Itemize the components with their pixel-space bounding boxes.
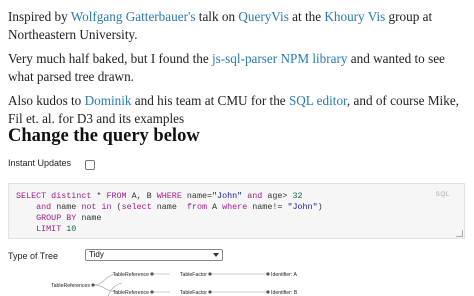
section-heading: Change the query below [8,126,200,146]
parse-tree-svg: TableReferences TableReference TableFact… [51,272,298,296]
editor-line-2: and name not in (select name from A wher… [36,202,323,212]
instant-updates-label: Instant Updates [8,158,72,168]
link-khoury-vis[interactable]: Khoury Vis [324,9,385,24]
tree-node-label: TableReference [113,290,149,296]
sql-editor[interactable]: SELECT distinct * FROM A, B WHERE name="… [8,183,465,239]
tree-node[interactable] [208,272,212,276]
tree-node-label: TableFactor [180,272,207,278]
tree-node[interactable] [91,283,95,287]
intro-paragraph-1: Inspired by Wolfgang Gatterbauer's talk … [8,8,463,44]
tree-node-label: TableReferences [51,283,90,289]
tree-node-label: TableReference [113,272,149,278]
tree-type-value: Tidy [89,250,104,259]
intro-text: talk on [195,9,239,24]
tree-node-label: Identifier: A [271,272,297,278]
intro-text: Very much half baked, but I found the [8,51,212,66]
editor-line-4: LIMIT 10 [36,224,77,234]
tree-node[interactable] [150,272,154,276]
parse-tree: TableReferences TableReference TableFact… [0,268,474,296]
tree-type-label: Type of Tree [8,251,59,261]
intro-text: Also kudos to [8,93,85,108]
tree-node[interactable] [266,290,270,294]
intro-text: at the [288,9,325,24]
language-label: SQL [435,191,450,198]
intro-text: Inspired by [8,9,71,24]
intro-paragraph-3: Also kudos to Dominik and his team at CM… [8,92,463,128]
editor-line-3: GROUP BY name [36,213,102,223]
tree-node-label: Identifier: B [271,290,298,296]
intro-paragraph-2: Very much half baked, but I found the js… [8,50,463,86]
tree-node[interactable] [150,290,154,294]
intro-text: and his team at CMU for the [131,93,289,108]
instant-updates-checkbox[interactable] [85,160,95,170]
link-wolfgang-gatterbauer[interactable]: Wolfgang Gatterbauer's [71,9,196,24]
link-queryvis[interactable]: QueryVis [238,9,288,24]
tree-type-select[interactable]: Tidy [85,249,223,261]
link-js-sql-parser[interactable]: js-sql-parser NPM library [212,51,348,66]
editor-line-1: SELECT distinct * FROM A, B WHERE name="… [16,191,303,201]
link-sql-editor[interactable]: SQL editor [289,93,347,108]
tree-node[interactable] [266,272,270,276]
chevron-down-icon [213,253,219,257]
resize-grip-icon[interactable] [456,230,463,237]
tree-node[interactable] [208,290,212,294]
tree-node-label: TableFactor [180,290,207,296]
link-dominik[interactable]: Dominik [85,93,132,108]
